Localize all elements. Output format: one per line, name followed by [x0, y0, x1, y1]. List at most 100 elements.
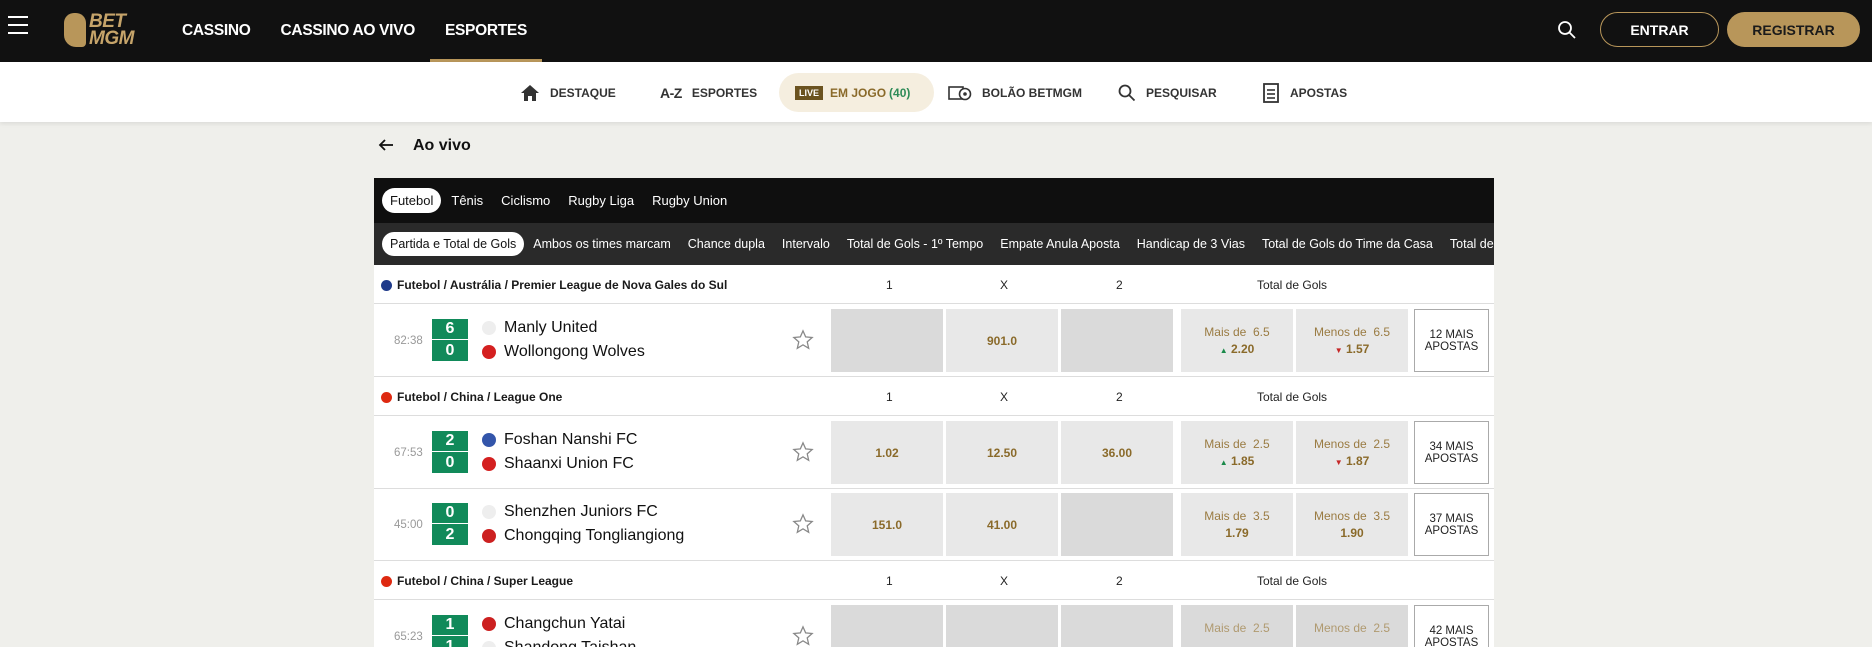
away-team: Chongqing Tongliangiong [504, 527, 685, 544]
subnav-destaque-label: DESTAQUE [550, 85, 616, 100]
over-goals-button[interactable]: Mais de 6.5 ▲ 2.20 [1181, 309, 1293, 372]
back-arrow-icon[interactable] [378, 137, 394, 153]
market-tab-chance-dupla[interactable]: Chance dupla [680, 232, 773, 256]
lion-logo-icon [64, 13, 86, 47]
market-tab-ambos-marcam[interactable]: Ambos os times marcam [525, 232, 679, 256]
odd-x-button[interactable]: 41.00 [946, 493, 1058, 556]
match-time: 65:23 [394, 631, 423, 643]
scoreboard: 60 [432, 319, 468, 361]
home-jersey-icon [482, 505, 496, 519]
away-jersey-icon [482, 345, 496, 359]
away-score: 1 [445, 638, 455, 647]
page-title: Ao vivo [413, 137, 471, 154]
odds-down-icon: ▼ [1334, 346, 1343, 355]
home-jersey-icon [482, 617, 496, 631]
subnav-pesquisar[interactable]: PESQUISAR [1118, 73, 1217, 112]
market-tab-intervalo[interactable]: Intervalo [774, 232, 838, 256]
over-goals-button[interactable]: Mais de 2.5 [1181, 605, 1293, 647]
market-tab-total-gols[interactable]: Total de Gols [1442, 232, 1494, 256]
subnav-bolao[interactable]: BOLÃO BETMGM [948, 73, 1082, 112]
over-goals-button[interactable]: Mais de 3.5 1.79 [1181, 493, 1293, 556]
more-bets-button[interactable]: 12 MAIS APOSTAS [1414, 309, 1489, 372]
odd-2-button[interactable] [1061, 493, 1173, 556]
odd-x-button[interactable]: 901.0 [946, 309, 1058, 372]
bolao-ball-icon [948, 84, 972, 102]
favorite-star-icon[interactable] [792, 441, 814, 463]
match-row[interactable]: 65:23 11 Changchun Yatai Shandong Taisha… [374, 601, 1494, 647]
market-tab-total-1-tempo[interactable]: Total de Gols - 1º Tempo [839, 232, 991, 256]
match-row[interactable]: 67:53 20 Foshan Nanshi FC Shaanxi Union … [374, 417, 1494, 489]
more-bets-button[interactable]: 37 MAIS APOSTAS [1414, 493, 1489, 556]
col-header-total: Total de Gols [1257, 390, 1328, 404]
tab-futebol[interactable]: Futebol [382, 188, 442, 213]
league-header: Futebol / China / League One 1 X 2 Total… [374, 377, 1494, 416]
scoreboard: 20 [432, 431, 468, 473]
under-goals-button[interactable]: Menos de 2.5 [1296, 605, 1408, 647]
subnav-esportes-az[interactable]: A-Z ESPORTES [660, 73, 757, 112]
away-jersey-icon [482, 529, 496, 543]
away-team: Wollongong Wolves [504, 343, 645, 360]
away-score: 2 [445, 526, 455, 544]
odd-1-button[interactable] [831, 309, 943, 372]
home-jersey-icon [482, 433, 496, 447]
league-header: Futebol / China / Super League 1 X 2 Tot… [374, 561, 1494, 600]
odd-2-button[interactable] [1061, 309, 1173, 372]
odd-1-button[interactable]: 151.0 [831, 493, 943, 556]
col-header-x: X [1000, 574, 1009, 588]
odd-1-button[interactable] [831, 605, 943, 647]
betslip-icon [1262, 82, 1280, 103]
odd-1-button[interactable]: 1.02 [831, 421, 943, 484]
odd-2-button[interactable]: 36.00 [1061, 421, 1173, 484]
over-goals-button[interactable]: Mais de 2.5 ▲ 1.85 [1181, 421, 1293, 484]
market-tab-empate-anula[interactable]: Empate Anula Aposta [992, 232, 1128, 256]
odd-x-button[interactable] [946, 605, 1058, 647]
more-bets-button[interactable]: 34 MAIS APOSTAS [1414, 421, 1489, 484]
under-goals-button[interactable]: Menos de 2.5 ▼ 1.87 [1296, 421, 1408, 484]
australia-flag-icon [381, 279, 392, 291]
odds-up-icon: ▲ [1219, 346, 1228, 355]
betmgm-logo[interactable]: BET MGM [64, 10, 146, 50]
tab-rugby-liga[interactable]: Rugby Liga [560, 188, 642, 213]
scoreboard: 02 [432, 503, 468, 545]
tab-tenis[interactable]: Tênis [443, 188, 491, 213]
match-time: 45:00 [394, 519, 423, 531]
odds-up-icon: ▲ [1219, 458, 1228, 467]
under-goals-button[interactable]: Menos de 3.5 1.90 [1296, 493, 1408, 556]
search-icon[interactable] [1557, 20, 1577, 40]
nav-cassino[interactable]: CASSINO [167, 0, 266, 62]
market-tab-total-casa[interactable]: Total de Gols do Time da Casa [1254, 232, 1441, 256]
col-header-1: 1 [886, 278, 893, 292]
subnav-bolao-label: BOLÃO BETMGM [982, 85, 1082, 100]
subnav-em-jogo[interactable]: LIVE EM JOGO (40) [779, 73, 935, 112]
away-team: Shandong Taishan [504, 639, 636, 647]
col-header-x: X [1000, 278, 1009, 292]
odd-2-button[interactable] [1061, 605, 1173, 647]
market-tab-handicap[interactable]: Handicap de 3 Vias [1129, 232, 1253, 256]
odd-x-button[interactable]: 12.50 [946, 421, 1058, 484]
away-jersey-icon [482, 457, 496, 471]
menu-icon[interactable] [8, 16, 28, 34]
tab-ciclismo[interactable]: Ciclismo [493, 188, 558, 213]
match-row[interactable]: 45:00 02 Shenzhen Juniors FC Chongqing T… [374, 489, 1494, 561]
subnav-esportes-label: ESPORTES [691, 85, 758, 100]
register-button[interactable]: REGISTRAR [1727, 12, 1860, 47]
league-name: Futebol / China / League One [397, 390, 563, 404]
market-tabs: Partida e Total de Gols Ambos os times m… [374, 223, 1494, 265]
login-button[interactable]: ENTRAR [1600, 12, 1719, 47]
favorite-star-icon[interactable] [792, 513, 814, 535]
nav-cassino-ao-vivo[interactable]: CASSINO AO VIVO [266, 0, 430, 62]
nav-esportes[interactable]: ESPORTES [429, 0, 543, 62]
under-goals-button[interactable]: Menos de 6.5 ▼ 1.57 [1296, 309, 1408, 372]
subnav-apostas[interactable]: APOSTAS [1262, 73, 1347, 112]
favorite-star-icon[interactable] [792, 329, 814, 351]
match-row[interactable]: 82:38 60 Manly United Wollongong Wolves … [374, 305, 1494, 377]
favorite-star-icon[interactable] [792, 625, 814, 647]
subnav-destaque[interactable]: DESTAQUE [520, 73, 616, 112]
top-header: BET MGM CASSINO CASSINO AO VIVO ESPORTES… [0, 0, 1872, 62]
home-score: 6 [445, 319, 455, 337]
tab-rugby-union[interactable]: Rugby Union [644, 188, 735, 213]
col-header-2: 2 [1116, 278, 1123, 292]
market-tab-partida-total[interactable]: Partida e Total de Gols [382, 232, 525, 256]
more-bets-button[interactable]: 42 MAIS APOSTAS [1414, 605, 1489, 647]
col-header-2: 2 [1116, 574, 1123, 588]
